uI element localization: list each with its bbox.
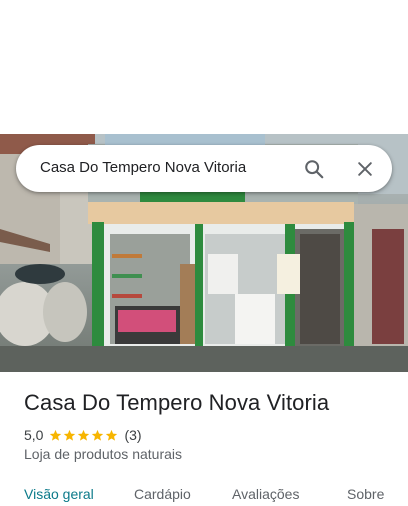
- rating-row[interactable]: 5,0 (3): [24, 426, 142, 444]
- search-input[interactable]: Casa Do Tempero Nova Vitoria: [40, 159, 246, 176]
- tab-reviews[interactable]: Avaliações: [232, 486, 299, 502]
- search-bar[interactable]: Casa Do Tempero Nova Vitoria: [16, 145, 392, 192]
- place-tabs: Visão geral Cardápio Avaliações Sobre: [0, 476, 408, 506]
- search-icon[interactable]: [298, 153, 330, 185]
- star-icon: [50, 429, 62, 441]
- star-icon: [78, 429, 90, 441]
- rating-value: 5,0: [24, 427, 44, 443]
- blank-header-area: [0, 0, 408, 134]
- close-icon[interactable]: [349, 153, 381, 185]
- star-icon: [92, 429, 104, 441]
- place-title: Casa Do Tempero Nova Vitoria: [24, 390, 330, 415]
- star-icon: [106, 429, 118, 441]
- star-rating: [49, 429, 118, 442]
- review-count[interactable]: (3): [124, 427, 141, 443]
- star-icon: [64, 429, 76, 441]
- tab-overview[interactable]: Visão geral: [24, 486, 94, 502]
- tab-about[interactable]: Sobre: [347, 486, 384, 502]
- place-category[interactable]: Loja de produtos naturais: [24, 446, 182, 462]
- tab-menu[interactable]: Cardápio: [134, 486, 191, 502]
